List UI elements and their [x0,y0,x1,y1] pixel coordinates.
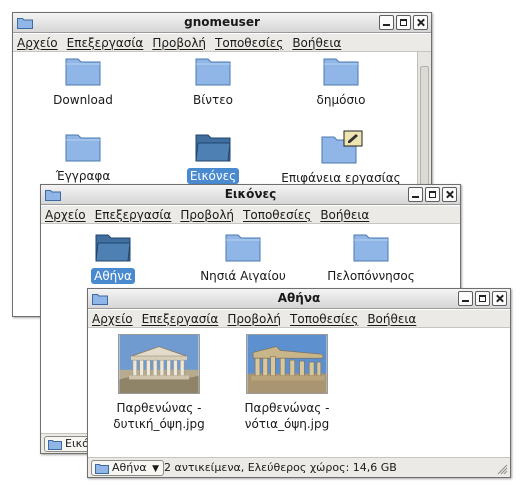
minimize-button[interactable] [408,187,423,202]
menu-places[interactable]: Τοποθεσίες [215,36,283,50]
location-dropdown[interactable]: Αθήνα ▼ [91,460,165,476]
close-button[interactable] [492,291,507,306]
menubar: Αρχείο Επεξεργασία Προβολή Τοποθεσίες Βο… [41,206,460,224]
folder-item-athens[interactable]: Αθήνα [63,230,163,284]
window-title: gnomeuser [184,15,260,29]
menu-help[interactable]: Βοήθεια [292,36,341,50]
location-label: Αθήνα [112,461,147,474]
folder-item-desktop[interactable]: Επιφάνεια εργασίας [276,130,406,186]
menu-edit[interactable]: Επεξεργασία [142,312,219,326]
folder-icon [225,234,261,262]
status-text: 2 αντικείμενα, Ελεύθερος χώρος: 14,6 GB [164,461,397,474]
menu-places[interactable]: Τοποθεσίες [243,208,311,222]
folder-item-peloponnese[interactable]: Πελοπόννησος [311,230,431,284]
folder-icon [95,464,109,474]
folder-icon [323,58,359,86]
open-folder-icon [95,234,131,262]
folder-icon [65,58,101,86]
close-button[interactable] [413,15,428,30]
chevron-down-icon: ▼ [152,464,160,474]
window-athens: Αθήνα Αρχείο Επεξεργασία Προβολή Τοποθεσ… [87,288,511,478]
folder-icon [48,440,62,450]
menu-file[interactable]: Αρχείο [45,208,86,222]
menu-edit[interactable]: Επεξεργασία [67,36,144,50]
menubar: Αρχείο Επεξεργασία Προβολή Τοποθεσίες Βο… [88,310,510,328]
item-label: Έγγραφα [55,169,111,183]
item-label: Βίντεο [192,93,234,107]
item-label-selected: Εικόνες [186,168,240,184]
item-label: δημόσιο [316,93,366,107]
menu-view[interactable]: Προβολή [227,312,281,326]
window-title: Εικόνες [224,187,277,201]
file-item-west-view[interactable]: Παρθενώνας - δυτική_όψη.jpg [104,334,214,432]
close-button[interactable] [442,187,457,202]
menu-places[interactable]: Τοποθεσίες [290,312,358,326]
parthenon-west-thumbnail [118,334,200,394]
window-title: Αθήνα [277,291,321,305]
resize-grip-icon[interactable] [496,463,508,475]
titlebar[interactable]: Εικόνες [41,185,460,205]
file-name-line2: δυτική_όψη.jpg [113,417,205,431]
folder-icon [353,234,389,262]
menu-view[interactable]: Προβολή [180,208,234,222]
menu-file[interactable]: Αρχείο [92,312,133,326]
menu-edit[interactable]: Επεξεργασία [95,208,172,222]
menu-help[interactable]: Βοήθεια [320,208,369,222]
menu-help[interactable]: Βοήθεια [367,312,416,326]
folder-item-public[interactable]: δημόσιο [291,54,391,108]
item-label: Download [53,93,113,107]
folder-icon [65,134,101,162]
menubar: Αρχείο Επεξεργασία Προβολή Τοποθεσίες Βο… [13,34,431,52]
maximize-button[interactable] [475,291,490,306]
file-name-line1: Παρθενώνας - [116,401,202,415]
open-folder-icon [195,134,231,162]
statusbar: Αθήνα ▼ 2 αντικείμενα, Ελεύθερος χώρος: … [88,457,510,477]
folder-item-aegean-islands[interactable]: Νησιά Αιγαίου [183,230,303,284]
titlebar[interactable]: gnomeuser [13,13,431,33]
file-name-line1: Παρθενώνας - [244,401,330,415]
folder-icon [195,58,231,86]
folder-item-documents[interactable]: Έγγραφα [33,130,133,184]
location-label: Εικό [65,437,89,450]
menu-view[interactable]: Προβολή [152,36,206,50]
titlebar[interactable]: Αθήνα [88,289,510,309]
folder-item-pictures[interactable]: Εικόνες [163,130,263,184]
icon-view: Παρθενώνας - δυτική_όψη.jpg Παρθενώνας -… [88,328,510,477]
item-label-selected: Αθήνα [91,268,135,284]
desktop-folder-icon [321,130,363,164]
maximize-button[interactable] [396,15,411,30]
item-label: Πελοπόννησος [327,269,415,283]
minimize-button[interactable] [458,291,473,306]
maximize-button[interactable] [425,187,440,202]
minimize-button[interactable] [379,15,394,30]
file-item-south-view[interactable]: Παρθενώνας - νότια_όψη.jpg [232,334,342,432]
item-label: Νησιά Αιγαίου [200,269,286,283]
menu-file[interactable]: Αρχείο [17,36,58,50]
parthenon-south-thumbnail [246,334,328,394]
folder-item-download[interactable]: Download [33,54,133,108]
file-name-line2: νότια_όψη.jpg [244,417,330,431]
folder-item-videos[interactable]: Βίντεο [163,54,263,108]
